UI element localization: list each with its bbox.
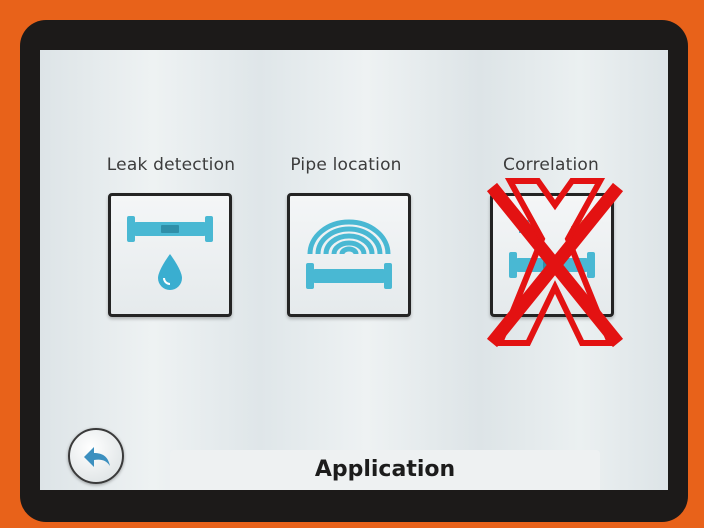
pipe-signal-waves-icon	[306, 219, 392, 289]
back-arrow-icon	[84, 447, 110, 467]
pipe-location-button[interactable]	[287, 193, 411, 317]
correlation-label: Correlation	[503, 155, 599, 175]
pipe-water-drop-icon	[127, 216, 213, 290]
red-cross-mark-icon	[486, 178, 624, 348]
leak-detection-button[interactable]	[108, 193, 232, 317]
back-button[interactable]	[68, 428, 124, 484]
screen-title: Application	[314, 457, 456, 482]
touch-screen: Leak detection Pipe location Correlation	[40, 50, 668, 490]
pipe-location-label: Pipe location	[290, 155, 402, 175]
leak-detection-label: Leak detection	[106, 155, 236, 175]
title-bar: Application	[170, 450, 600, 490]
